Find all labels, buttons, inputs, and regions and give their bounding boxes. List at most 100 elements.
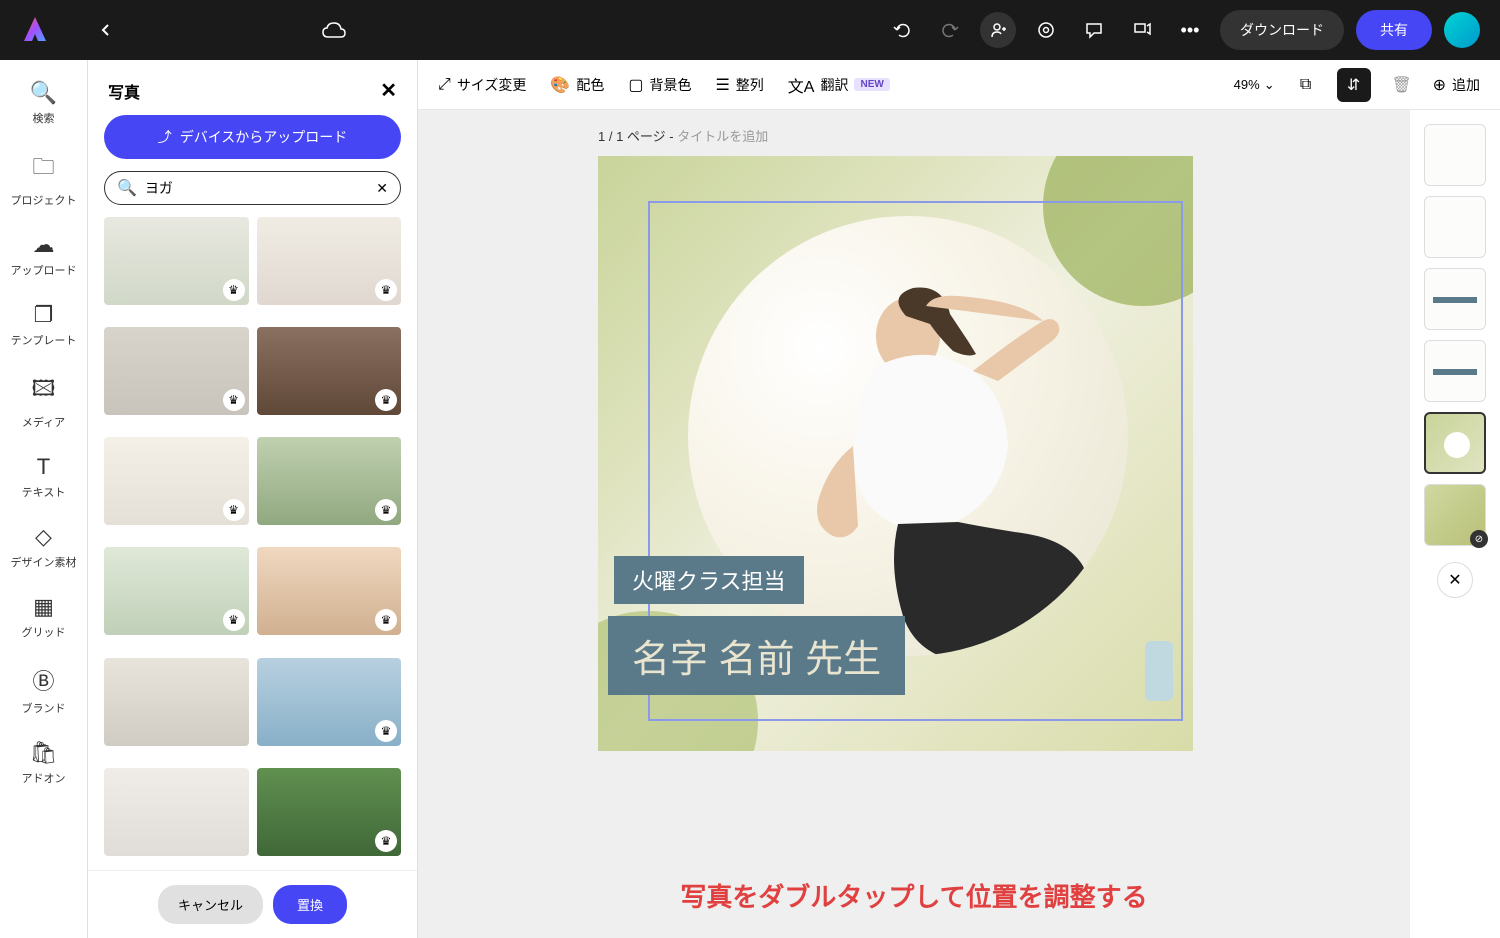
page-thumb-6[interactable]: ⊘ (1424, 484, 1486, 546)
back-button[interactable] (90, 14, 122, 46)
page-thumb-1[interactable] (1424, 124, 1486, 186)
page-thumb-5[interactable] (1424, 412, 1486, 474)
photo-search[interactable]: 🔍 ✕ (104, 171, 401, 205)
premium-badge-icon: ♛ (223, 389, 245, 411)
panel-close-button[interactable]: ✕ (380, 78, 397, 103)
photo-result[interactable] (104, 658, 249, 746)
rail-projects[interactable]: 🗀プロジェクト (0, 150, 87, 208)
photo-result[interactable]: ♛ (104, 547, 249, 635)
premium-badge-icon: ♛ (375, 830, 397, 852)
photo-result[interactable]: ♛ (257, 547, 402, 635)
shape-icon: ◇ (35, 524, 52, 550)
zoom-control[interactable]: 49%⌄ (1234, 77, 1275, 93)
title-text[interactable]: 名字 名前 先生 (608, 616, 905, 695)
panel-title: 写真 (108, 79, 140, 103)
premium-badge-icon: ♛ (375, 499, 397, 521)
upload-from-device-button[interactable]: ⤴ デバイスからアップロード (104, 115, 401, 159)
photo-grid: ♛ ♛ ♛ ♛ ♛ ♛ ♛ ♛ ♛ ♛ (88, 217, 417, 870)
premium-badge-icon: ♛ (375, 279, 397, 301)
align-tool[interactable]: ☰整列 (715, 75, 763, 95)
unused-badge-icon: ⊘ (1470, 530, 1488, 548)
close-pages-button[interactable]: ✕ (1437, 562, 1473, 598)
subtitle-text[interactable]: 火曜クラス担当 (614, 556, 804, 604)
add-button[interactable]: ⊕追加 (1433, 75, 1480, 95)
redo-button[interactable] (932, 12, 968, 48)
photo-result[interactable]: ♛ (257, 217, 402, 305)
brand-icon: Ⓑ (32, 664, 54, 696)
photo-result[interactable]: ♛ (257, 768, 402, 856)
rail-media[interactable]: 🖾メディア (0, 372, 87, 430)
layers-button[interactable]: ⇵ (1337, 68, 1371, 102)
design-canvas[interactable]: 火曜クラス担当 名字 名前 先生 (598, 156, 1193, 751)
chevron-down-icon: ⌄ (1264, 77, 1275, 93)
photo-result[interactable]: ♛ (104, 327, 249, 415)
cancel-button[interactable]: キャンセル (158, 885, 263, 924)
new-badge: NEW (854, 78, 889, 91)
translate-icon: 文A (788, 73, 815, 97)
addon-icon: 🛍 (30, 740, 58, 766)
rail-grid[interactable]: ▦グリッド (0, 594, 87, 640)
download-button[interactable]: ダウンロード (1220, 10, 1344, 50)
delete-button[interactable]: 🗑 (1385, 68, 1419, 102)
canvas-area[interactable]: 1 / 1 ページ - タイトルを追加 火曜クラス担当 名字 名前 先生 写真を… (418, 110, 1410, 938)
search-icon: 🔍 (30, 80, 57, 106)
present-icon[interactable] (1124, 12, 1160, 48)
palette-icon: 🎨 (550, 75, 570, 95)
cloud-sync-icon[interactable] (322, 21, 346, 39)
folder-icon: 🗀 (32, 150, 54, 188)
photos-panel: 写真 ✕ ⤴ デバイスからアップロード 🔍 ✕ ♛ ♛ ♛ ♛ ♛ ♛ ♛ ♛ … (88, 60, 418, 938)
rail-text[interactable]: Tテキスト (0, 454, 87, 500)
photo-result[interactable]: ♛ (104, 217, 249, 305)
page-info[interactable]: 1 / 1 ページ - タイトルを追加 (598, 126, 768, 145)
rail-elements[interactable]: ◇デザイン素材 (0, 524, 87, 570)
text-icon: T (37, 454, 50, 480)
instruction-text: 写真をダブルタップして位置を調整する (680, 877, 1147, 914)
help-icon[interactable] (1028, 12, 1064, 48)
page-thumb-3[interactable] (1424, 268, 1486, 330)
premium-badge-icon: ♛ (375, 720, 397, 742)
duplicate-button[interactable]: ⧉ (1289, 68, 1323, 102)
top-bar: ••• ダウンロード 共有 (0, 0, 1500, 60)
page-thumb-4[interactable] (1424, 340, 1486, 402)
media-icon: 🖾 (32, 372, 56, 410)
align-icon: ☰ (715, 75, 729, 95)
invite-button[interactable] (980, 12, 1016, 48)
rail-search[interactable]: 🔍検索 (0, 80, 87, 126)
rail-upload[interactable]: ☁アップロード (0, 232, 87, 278)
premium-badge-icon: ♛ (223, 609, 245, 631)
photo-result[interactable]: ♛ (257, 658, 402, 746)
left-rail: 🔍検索 🗀プロジェクト ☁アップロード ❐テンプレート 🖾メディア Tテキスト … (0, 60, 88, 938)
more-icon[interactable]: ••• (1172, 12, 1208, 48)
upload-arrow-icon: ⤴ (158, 127, 172, 147)
premium-badge-icon: ♛ (375, 389, 397, 411)
photo-result[interactable] (104, 768, 249, 856)
background-tool[interactable]: ▢背景色 (628, 75, 691, 95)
resize-tool[interactable]: ⤢サイズ変更 (438, 75, 526, 95)
photo-result[interactable]: ♛ (104, 437, 249, 525)
grid-icon: ▦ (33, 594, 54, 620)
comment-icon[interactable] (1076, 12, 1112, 48)
app-logo[interactable] (20, 15, 50, 45)
page-thumb-2[interactable] (1424, 196, 1486, 258)
search-input[interactable] (145, 180, 368, 196)
template-icon: ❐ (34, 302, 54, 328)
palette-tool[interactable]: 🎨配色 (550, 75, 604, 95)
undo-button[interactable] (884, 12, 920, 48)
premium-badge-icon: ♛ (375, 609, 397, 631)
rail-template[interactable]: ❐テンプレート (0, 302, 87, 348)
translate-tool[interactable]: 文A翻訳NEW (788, 73, 890, 97)
plus-icon: ⊕ (1433, 75, 1446, 95)
pages-rail: ⊘ ✕ (1410, 110, 1500, 938)
clear-search-button[interactable]: ✕ (376, 180, 388, 197)
rail-addon[interactable]: 🛍アドオン (0, 740, 87, 786)
rail-brand[interactable]: Ⓑブランド (0, 664, 87, 716)
search-icon: 🔍 (117, 178, 137, 198)
premium-badge-icon: ♛ (223, 279, 245, 301)
share-button[interactable]: 共有 (1356, 10, 1432, 50)
user-avatar[interactable] (1444, 12, 1480, 48)
photo-result[interactable]: ♛ (257, 327, 402, 415)
resize-icon: ⤢ (438, 76, 451, 94)
replace-button[interactable]: 置換 (273, 885, 347, 924)
photo-result[interactable]: ♛ (257, 437, 402, 525)
bg-icon: ▢ (628, 75, 643, 95)
